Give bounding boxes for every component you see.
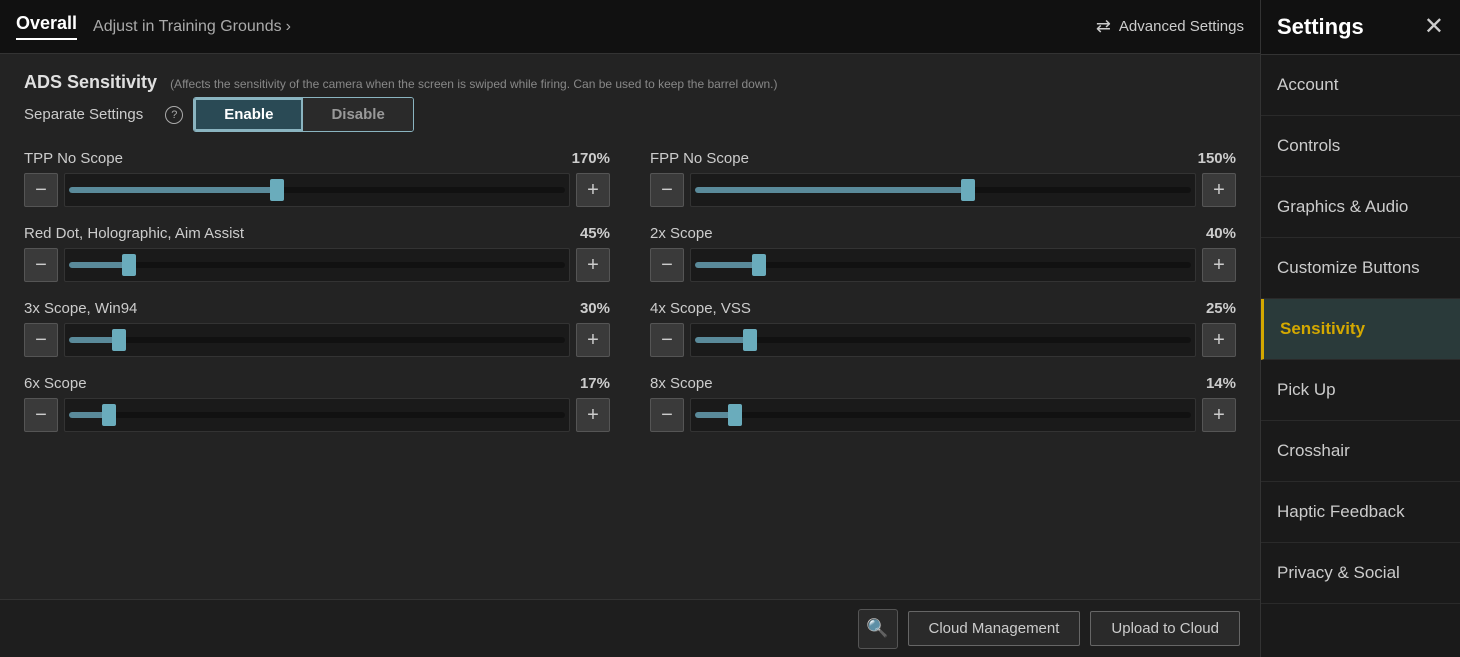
sidebar-item-crosshair[interactable]: Crosshair bbox=[1261, 421, 1460, 482]
separate-settings-label: Separate Settings bbox=[24, 106, 143, 123]
slider-track[interactable] bbox=[690, 173, 1196, 207]
settings-title: Settings bbox=[1277, 14, 1364, 40]
slider-thumb[interactable] bbox=[752, 254, 766, 276]
main-area: Overall Adjust in Training Grounds › ⇄ A… bbox=[0, 0, 1260, 657]
advanced-settings-label: Advanced Settings bbox=[1119, 18, 1244, 35]
separate-settings-toggle[interactable]: Enable Disable bbox=[193, 97, 414, 132]
slider-track[interactable] bbox=[64, 398, 570, 432]
slider-thumb[interactable] bbox=[743, 329, 757, 351]
slider-label: 6x Scope bbox=[24, 375, 87, 392]
sidebar-item-privacy---social[interactable]: Privacy & Social bbox=[1261, 543, 1460, 604]
close-button[interactable]: ✕ bbox=[1424, 15, 1444, 39]
help-icon[interactable]: ? bbox=[165, 106, 183, 124]
ads-sensitivity-title: ADS Sensitivity (Affects the sensitivity… bbox=[24, 72, 1236, 93]
slider-thumb[interactable] bbox=[961, 179, 975, 201]
slider-label: TPP No Scope bbox=[24, 150, 123, 167]
slider-minus-button[interactable]: − bbox=[650, 248, 684, 282]
sidebar-item-controls[interactable]: Controls bbox=[1261, 116, 1460, 177]
slider-row-2x-scope: 2x Scope 40% − + bbox=[650, 225, 1236, 282]
slider-track[interactable] bbox=[64, 248, 570, 282]
slider-track[interactable] bbox=[64, 173, 570, 207]
slider-thumb[interactable] bbox=[112, 329, 126, 351]
slider-row-8x-scope: 8x Scope 14% − + bbox=[650, 375, 1236, 432]
upload-to-cloud-button[interactable]: Upload to Cloud bbox=[1090, 611, 1240, 646]
tab-overall[interactable]: Overall bbox=[16, 13, 77, 40]
slider-thumb[interactable] bbox=[102, 404, 116, 426]
slider-label: FPP No Scope bbox=[650, 150, 749, 167]
sliders-grid: TPP No Scope170%−+FPP No Scope150%−+Red … bbox=[24, 150, 1236, 450]
slider-thumb[interactable] bbox=[728, 404, 742, 426]
sidebar-item-sensitivity[interactable]: Sensitivity bbox=[1261, 299, 1460, 360]
bottom-bar: 🔍 Cloud Management Upload to Cloud bbox=[0, 599, 1260, 657]
settings-header: Settings ✕ bbox=[1261, 0, 1460, 55]
settings-sidebar: Settings ✕ AccountControlsGraphics & Aud… bbox=[1260, 0, 1460, 657]
slider-minus-button[interactable]: − bbox=[650, 398, 684, 432]
slider-track[interactable] bbox=[690, 323, 1196, 357]
slider-label: 3x Scope, Win94 bbox=[24, 300, 137, 317]
slider-minus-button[interactable]: − bbox=[24, 323, 58, 357]
slider-plus-button[interactable]: + bbox=[1202, 323, 1236, 357]
advanced-settings-btn[interactable]: ⇄ Advanced Settings bbox=[1096, 16, 1244, 37]
slider-label: 8x Scope bbox=[650, 375, 713, 392]
sidebar-item-graphics---audio[interactable]: Graphics & Audio bbox=[1261, 177, 1460, 238]
slider-label: 4x Scope, VSS bbox=[650, 300, 751, 317]
slider-row-6x-scope: 6x Scope 17% − + bbox=[24, 375, 610, 432]
slider-track[interactable] bbox=[690, 248, 1196, 282]
advanced-settings-icon: ⇄ bbox=[1096, 16, 1111, 37]
slider-thumb[interactable] bbox=[270, 179, 284, 201]
slider-value: 45% bbox=[580, 225, 610, 242]
sidebar-item-account[interactable]: Account bbox=[1261, 55, 1460, 116]
enable-button[interactable]: Enable bbox=[194, 98, 303, 131]
sidebar-item-customize-buttons[interactable]: Customize Buttons bbox=[1261, 238, 1460, 299]
slider-row-4x-scope--vss: 4x Scope, VSS 25% − + bbox=[650, 300, 1236, 357]
separate-settings-row: Separate Settings ? Enable Disable bbox=[24, 97, 1236, 132]
slider-value: 40% bbox=[1206, 225, 1236, 242]
tab-training[interactable]: Adjust in Training Grounds › bbox=[93, 18, 291, 36]
slider-plus-button[interactable]: + bbox=[1202, 173, 1236, 207]
slider-label: Red Dot, Holographic, Aim Assist bbox=[24, 225, 244, 242]
slider-value: 25% bbox=[1206, 300, 1236, 317]
slider-row-red-dot--holographic--aim-assist: Red Dot, Holographic, Aim Assist 45% − + bbox=[24, 225, 610, 282]
slider-minus-button[interactable]: − bbox=[650, 323, 684, 357]
slider-minus-button[interactable]: − bbox=[24, 398, 58, 432]
slider-plus-button[interactable]: + bbox=[576, 323, 610, 357]
slider-value: 150% bbox=[1198, 150, 1236, 167]
slider-thumb[interactable] bbox=[122, 254, 136, 276]
slider-plus-button[interactable]: + bbox=[1202, 248, 1236, 282]
slider-track[interactable] bbox=[690, 398, 1196, 432]
slider-value: 14% bbox=[1206, 375, 1236, 392]
cloud-management-button[interactable]: Cloud Management bbox=[908, 611, 1081, 646]
disable-button[interactable]: Disable bbox=[303, 98, 412, 131]
slider-minus-button[interactable]: − bbox=[24, 173, 58, 207]
sidebar-item-haptic-feedback[interactable]: Haptic Feedback bbox=[1261, 482, 1460, 543]
ads-sensitivity-subtitle: (Affects the sensitivity of the camera w… bbox=[170, 77, 777, 91]
search-button[interactable]: 🔍 bbox=[858, 609, 898, 649]
slider-row-tpp-no-scope: TPP No Scope 170% − + bbox=[24, 150, 610, 207]
slider-plus-button[interactable]: + bbox=[576, 173, 610, 207]
top-bar: Overall Adjust in Training Grounds › ⇄ A… bbox=[0, 0, 1260, 54]
slider-track[interactable] bbox=[64, 323, 570, 357]
slider-label: 2x Scope bbox=[650, 225, 713, 242]
slider-minus-button[interactable]: − bbox=[24, 248, 58, 282]
slider-row-fpp-no-scope: FPP No Scope 150% − + bbox=[650, 150, 1236, 207]
slider-row-3x-scope--win94: 3x Scope, Win94 30% − + bbox=[24, 300, 610, 357]
content-area: ADS Sensitivity (Affects the sensitivity… bbox=[0, 54, 1260, 599]
sidebar-items-list: AccountControlsGraphics & AudioCustomize… bbox=[1261, 55, 1460, 657]
slider-value: 30% bbox=[580, 300, 610, 317]
slider-plus-button[interactable]: + bbox=[1202, 398, 1236, 432]
slider-minus-button[interactable]: − bbox=[650, 173, 684, 207]
sidebar-item-pick-up[interactable]: Pick Up bbox=[1261, 360, 1460, 421]
slider-value: 17% bbox=[580, 375, 610, 392]
slider-plus-button[interactable]: + bbox=[576, 398, 610, 432]
slider-value: 170% bbox=[572, 150, 610, 167]
slider-plus-button[interactable]: + bbox=[576, 248, 610, 282]
